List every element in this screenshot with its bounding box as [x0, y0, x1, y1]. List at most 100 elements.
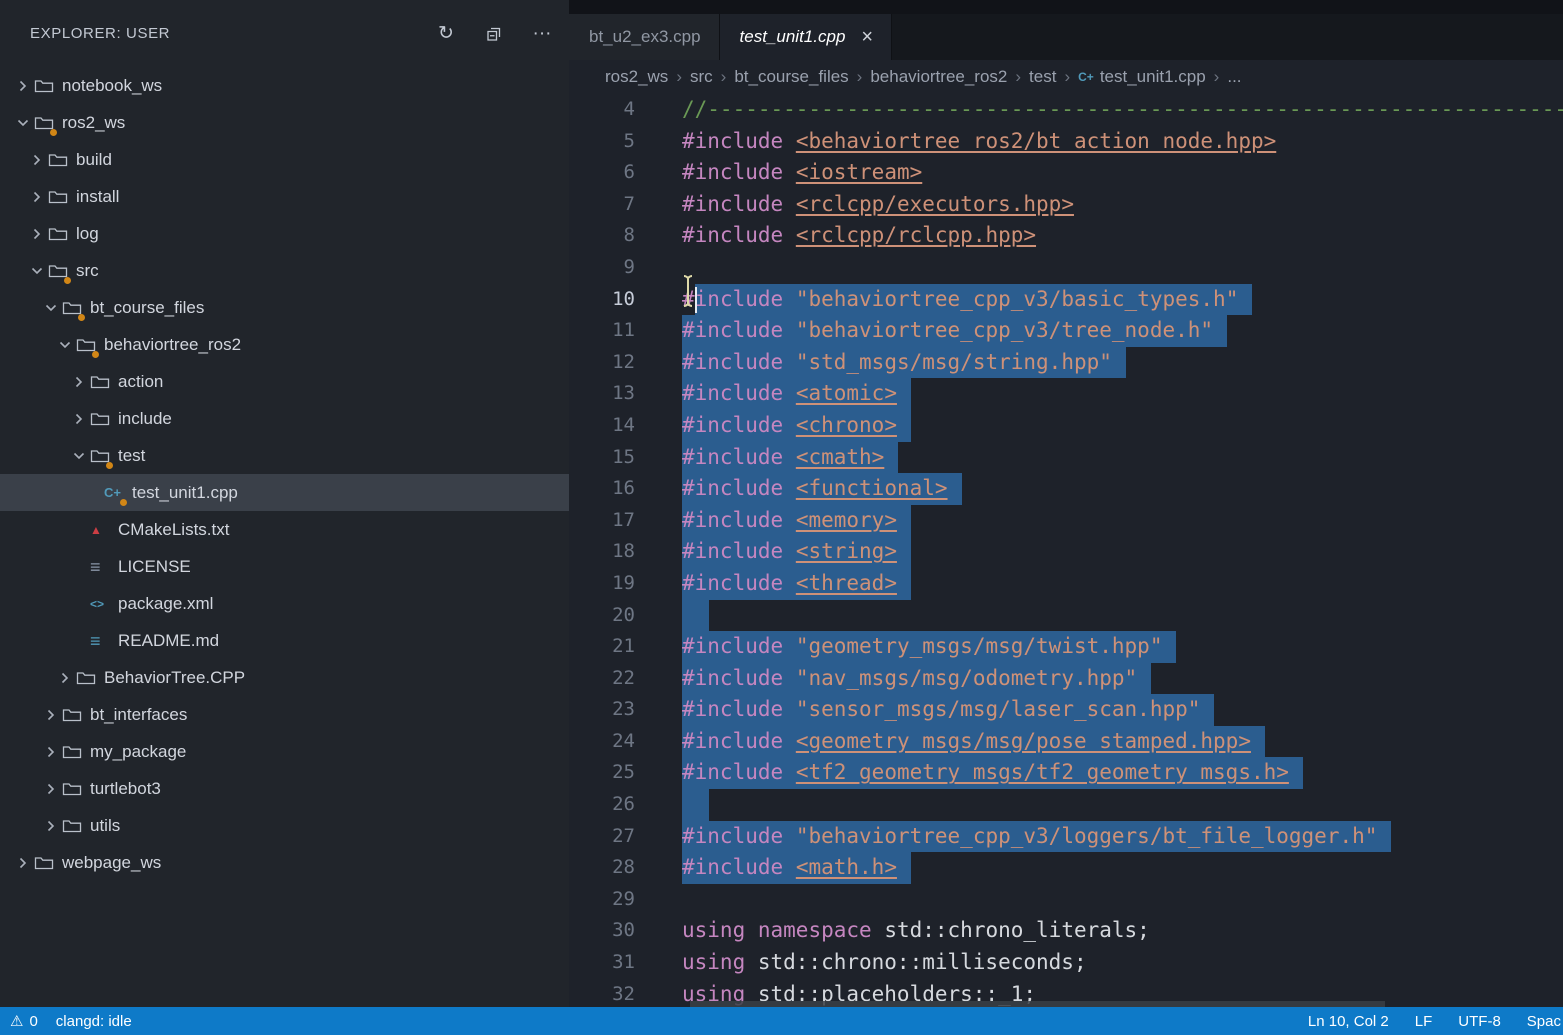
- chevron-right-icon[interactable]: [12, 855, 34, 871]
- tree-item-my_package[interactable]: my_package: [0, 733, 569, 770]
- tree-item-log[interactable]: log: [0, 215, 569, 252]
- folder-icon: [34, 77, 60, 95]
- chevron-right-icon[interactable]: [40, 818, 62, 834]
- tree-item-label: behaviortree_ros2: [104, 335, 241, 355]
- folder-icon: [34, 854, 60, 872]
- selection-highlight: #include "std_msgs/msg/string.hpp": [682, 347, 1126, 379]
- code-line: 8#include <rclcpp/rclcpp.hpp>: [569, 220, 1563, 252]
- tree-item-notebook_ws[interactable]: notebook_ws: [0, 67, 569, 104]
- status-encoding[interactable]: UTF-8: [1458, 1013, 1501, 1030]
- selection-highlight: #include <geometry_msgs/msg/pose_stamped…: [682, 726, 1265, 758]
- code-line: 29: [569, 884, 1563, 916]
- tree-item-install[interactable]: install: [0, 178, 569, 215]
- selection-highlight: #include <tf2_geometry_msgs/tf2_geometry…: [682, 757, 1303, 789]
- status-eol[interactable]: LF: [1415, 1013, 1433, 1030]
- breadcrumb-item-behaviortree_ros2[interactable]: behaviortree_ros2: [870, 67, 1007, 87]
- selection-highlight: [682, 789, 709, 821]
- git-modified-badge: [64, 277, 71, 284]
- chevron-right-icon[interactable]: [26, 152, 48, 168]
- markdown-file-icon: ≡: [90, 632, 116, 650]
- line-number: 30: [569, 915, 659, 947]
- status-indentation[interactable]: Spac: [1527, 1013, 1561, 1030]
- breadcrumb-item-src[interactable]: src: [690, 67, 713, 87]
- chevron-right-icon[interactable]: [40, 781, 62, 797]
- line-number: 9: [569, 252, 659, 284]
- code-line: 31using std::chrono::milliseconds;: [569, 947, 1563, 979]
- tree-item-label: webpage_ws: [62, 853, 161, 873]
- more-actions-icon[interactable]: ···: [529, 21, 555, 47]
- status-clangd-status[interactable]: clangd: idle: [56, 1013, 132, 1030]
- tree-item-utils[interactable]: utils: [0, 807, 569, 844]
- line-number: 17: [569, 505, 659, 537]
- tree-item-behaviortree_ros2[interactable]: behaviortree_ros2: [0, 326, 569, 363]
- tree-item-src[interactable]: src: [0, 252, 569, 289]
- chevron-down-icon[interactable]: [54, 337, 76, 353]
- chevron-down-icon[interactable]: [68, 448, 90, 464]
- folder-icon: [62, 780, 88, 798]
- line-number: 22: [569, 663, 659, 695]
- explorer-title: EXPLORER: USER: [30, 25, 433, 42]
- tab-test_unit1.cpp[interactable]: test_unit1.cpp ×: [720, 14, 893, 60]
- chevron-right-icon[interactable]: [68, 374, 90, 390]
- chevron-right-icon[interactable]: [54, 670, 76, 686]
- line-number: 6: [569, 157, 659, 189]
- horizontal-scrollbar[interactable]: [690, 1001, 1385, 1007]
- git-modified-badge: [50, 129, 57, 136]
- tab-bar: bt_u2_ex3.cpp test_unit1.cpp ×: [569, 14, 1563, 60]
- tree-item-CMakeLists.txt[interactable]: ▲CMakeLists.txt: [0, 511, 569, 548]
- tree-item-build[interactable]: build: [0, 141, 569, 178]
- chevron-down-icon[interactable]: [40, 300, 62, 316]
- tree-indent-spacer: [68, 522, 90, 538]
- breadcrumb-item-ros2_ws[interactable]: ros2_ws: [605, 67, 668, 87]
- breadcrumb-item-test[interactable]: test: [1029, 67, 1056, 87]
- tree-item-ros2_ws[interactable]: ros2_ws: [0, 104, 569, 141]
- tree-item-webpage_ws[interactable]: webpage_ws: [0, 844, 569, 881]
- line-number: 11: [569, 315, 659, 347]
- collapse-folders-icon[interactable]: [481, 21, 507, 47]
- status-cursor-position[interactable]: Ln 10, Col 2: [1308, 1013, 1389, 1030]
- code-line: 14#include <chrono>: [569, 410, 1563, 442]
- tree-item-test[interactable]: test: [0, 437, 569, 474]
- line-number: 32: [569, 979, 659, 1007]
- tree-item-package.xml[interactable]: <>package.xml: [0, 585, 569, 622]
- tree-item-action[interactable]: action: [0, 363, 569, 400]
- tree-item-label: action: [118, 372, 163, 392]
- line-number: 19: [569, 568, 659, 600]
- chevron-right-icon[interactable]: [40, 744, 62, 760]
- tab-bt_u2_ex3.cpp[interactable]: bt_u2_ex3.cpp: [569, 14, 720, 60]
- chevron-right-icon[interactable]: [12, 78, 34, 94]
- code-line: 18#include <string>: [569, 536, 1563, 568]
- refresh-icon[interactable]: ↻: [433, 21, 459, 47]
- line-number: 7: [569, 189, 659, 221]
- folder-icon: [90, 410, 116, 428]
- code-line: 9: [569, 252, 1563, 284]
- chevron-right-icon[interactable]: [26, 226, 48, 242]
- breadcrumb-item-...[interactable]: ...: [1227, 67, 1241, 87]
- tree-item-test_unit1.cpp[interactable]: C+test_unit1.cpp: [0, 474, 569, 511]
- close-icon[interactable]: ×: [861, 26, 873, 49]
- status-problems[interactable]: ⚠0: [10, 1012, 38, 1030]
- tree-item-LICENSE[interactable]: ≡LICENSE: [0, 548, 569, 585]
- chevron-down-icon[interactable]: [26, 263, 48, 279]
- tree-item-BehaviorTree.CPP[interactable]: BehaviorTree.CPP: [0, 659, 569, 696]
- tree-item-README.md[interactable]: ≡README.md: [0, 622, 569, 659]
- tree-item-label: README.md: [118, 631, 219, 651]
- breadcrumb-item-bt_course_files[interactable]: bt_course_files: [734, 67, 848, 87]
- line-number: 15: [569, 442, 659, 474]
- chevron-right-icon[interactable]: [40, 707, 62, 723]
- code-editor[interactable]: 4//-------------------------------------…: [569, 94, 1563, 1007]
- chevron-right-icon[interactable]: [26, 189, 48, 205]
- tree-item-include[interactable]: include: [0, 400, 569, 437]
- tree-item-bt_course_files[interactable]: bt_course_files: [0, 289, 569, 326]
- breadcrumb-item-test_unit1.cpp[interactable]: C+test_unit1.cpp: [1078, 67, 1206, 87]
- tree-item-turtlebot3[interactable]: turtlebot3: [0, 770, 569, 807]
- tab-label: test_unit1.cpp: [740, 27, 846, 47]
- text-caret: [695, 287, 697, 313]
- mouse-cursor: [681, 274, 695, 318]
- chevron-right-icon[interactable]: [68, 411, 90, 427]
- selection-highlight: #include "behaviortree_cpp_v3/loggers/bt…: [682, 821, 1391, 853]
- code-line: 20: [569, 600, 1563, 632]
- folder-icon: [76, 336, 102, 354]
- tree-item-bt_interfaces[interactable]: bt_interfaces: [0, 696, 569, 733]
- chevron-down-icon[interactable]: [12, 115, 34, 131]
